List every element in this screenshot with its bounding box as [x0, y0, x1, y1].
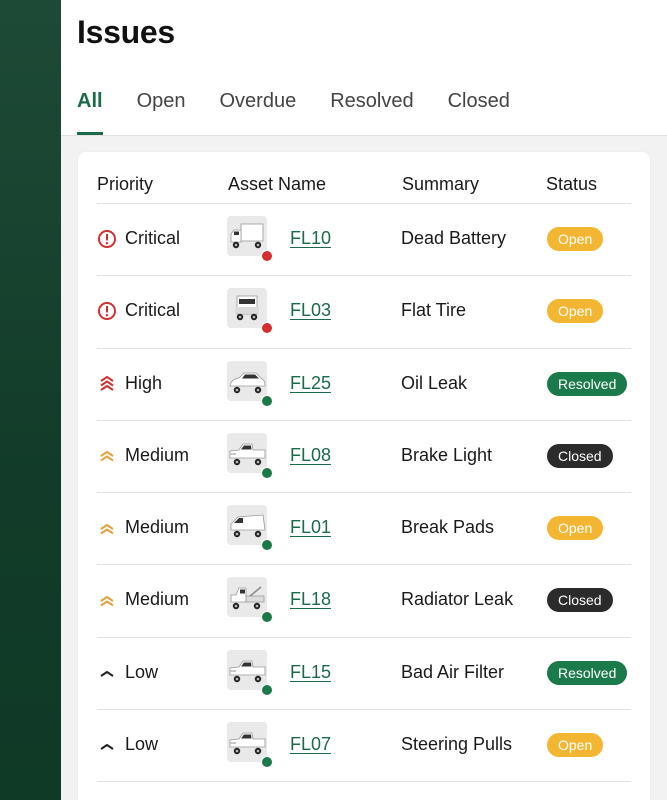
asset-status-dot: [261, 250, 273, 262]
double-chevron-up-icon: [97, 445, 117, 465]
header-asset-name: Asset Name: [228, 174, 327, 194]
status-badge: Open: [547, 516, 604, 541]
status-badge: Open: [547, 227, 604, 251]
asset-thumbnail[interactable]: [227, 288, 273, 335]
asset-name-link[interactable]: FL07: [290, 734, 331, 755]
asset-status-dot: [261, 394, 273, 407]
priority-cell: Low: [97, 734, 158, 755]
asset-thumbnail[interactable]: [227, 577, 273, 624]
table-row[interactable]: High FL25 Oil Leak Resolved: [97, 349, 631, 421]
issue-summary: Oil Leak: [401, 372, 468, 393]
tab-closed[interactable]: Closed: [448, 90, 510, 135]
priority-label: Medium: [125, 517, 190, 538]
priority-label: Low: [125, 661, 159, 682]
status-badge: Closed: [547, 443, 613, 468]
critical-alert-icon: [97, 301, 117, 321]
table-body: Critical FL10 Dead Battery Open Critical FL03…: [97, 204, 631, 783]
table-row[interactable]: Low FL07 Steering Pulls Open: [97, 710, 631, 783]
asset-status-dot: [261, 322, 273, 335]
priority-cell: Low: [97, 662, 158, 683]
asset-thumbnail[interactable]: [227, 432, 273, 479]
issue-summary: Radiator Leak: [401, 589, 514, 610]
asset-thumbnail[interactable]: [227, 722, 273, 769]
table-row[interactable]: Critical FL10 Dead Battery Open: [97, 204, 631, 277]
priority-label: Critical: [125, 300, 181, 321]
issue-summary: Brake Light: [401, 444, 493, 465]
status-badge: Resolved: [547, 660, 628, 685]
double-chevron-up-icon: [97, 590, 117, 610]
priority-cell: Medium: [97, 589, 189, 610]
chevron-up-icon: [97, 735, 117, 755]
tab-overdue[interactable]: Overdue: [220, 90, 297, 135]
priority-label: Critical: [125, 228, 181, 248]
table-row[interactable]: Low FL15 Bad Air Filter Resolved: [97, 638, 631, 711]
table-row[interactable]: Medium FL08 Brake Light Closed: [97, 421, 631, 494]
asset-status-dot: [261, 756, 273, 769]
header-priority: Priority: [97, 174, 154, 194]
priority-label: Low: [125, 734, 159, 755]
status-badge: Open: [547, 299, 604, 324]
status-badge: Resolved: [547, 371, 628, 396]
chevron-up-icon: [97, 662, 117, 682]
asset-name-link[interactable]: FL08: [290, 445, 331, 466]
asset-status-dot: [261, 539, 273, 552]
asset-thumbnail[interactable]: [227, 216, 273, 262]
tab-all[interactable]: All: [77, 90, 103, 135]
status-badge: Closed: [547, 588, 613, 613]
priority-cell: Medium: [97, 517, 189, 538]
asset-thumbnail[interactable]: [227, 505, 273, 552]
issues-table: Priority Asset Name Summary Status Criti…: [97, 152, 631, 783]
table-row[interactable]: Medium FL01 Break Pads Open: [97, 493, 631, 566]
asset-name-link[interactable]: FL15: [290, 662, 331, 683]
page-header: Issues All Open Overdue Resolved Closed: [61, 0, 667, 136]
priority-label: Medium: [125, 444, 190, 465]
tab-bar: All Open Overdue Resolved Closed: [77, 90, 544, 135]
table-header: Priority Asset Name Summary Status: [97, 152, 631, 204]
priority-cell: Critical: [97, 300, 180, 321]
issue-summary: Break Pads: [401, 517, 495, 538]
tab-open[interactable]: Open: [137, 90, 186, 135]
status-badge: Open: [547, 733, 604, 758]
tab-resolved[interactable]: Resolved: [330, 90, 413, 135]
table-row[interactable]: Critical FL03 Flat Tire Open: [97, 276, 631, 349]
issue-summary: Flat Tire: [401, 300, 467, 321]
priority-label: High: [125, 372, 163, 393]
asset-name-link[interactable]: FL18: [290, 589, 331, 610]
sidebar: [0, 0, 61, 800]
asset-name-link[interactable]: FL01: [290, 517, 331, 538]
priority-cell: High: [97, 373, 162, 394]
asset-name-link[interactable]: FL03: [290, 300, 331, 321]
asset-thumbnail[interactable]: [227, 360, 273, 407]
issue-summary: Dead Battery: [401, 228, 507, 248]
page-title: Issues: [77, 14, 175, 50]
asset-status-dot: [261, 466, 273, 479]
priority-cell: Medium: [97, 445, 189, 466]
issue-summary: Bad Air Filter: [401, 661, 505, 682]
header-summary: Summary: [402, 174, 480, 194]
asset-name-link[interactable]: FL10: [290, 228, 331, 249]
critical-alert-icon: [97, 229, 117, 249]
header-status: Status: [546, 174, 598, 194]
double-chevron-up-icon: [97, 518, 117, 538]
priority-label: Medium: [125, 589, 190, 610]
asset-status-dot: [261, 683, 273, 696]
asset-thumbnail[interactable]: [227, 649, 273, 696]
asset-name-link[interactable]: FL25: [290, 373, 331, 394]
triple-chevron-up-icon: [97, 373, 117, 393]
issue-summary: Steering Pulls: [401, 734, 513, 755]
issues-card: Priority Asset Name Summary Status Criti…: [78, 152, 650, 800]
table-row[interactable]: Medium FL18 Radiator Leak Closed: [97, 565, 631, 638]
priority-cell: Critical: [97, 228, 180, 249]
asset-status-dot: [261, 611, 273, 624]
